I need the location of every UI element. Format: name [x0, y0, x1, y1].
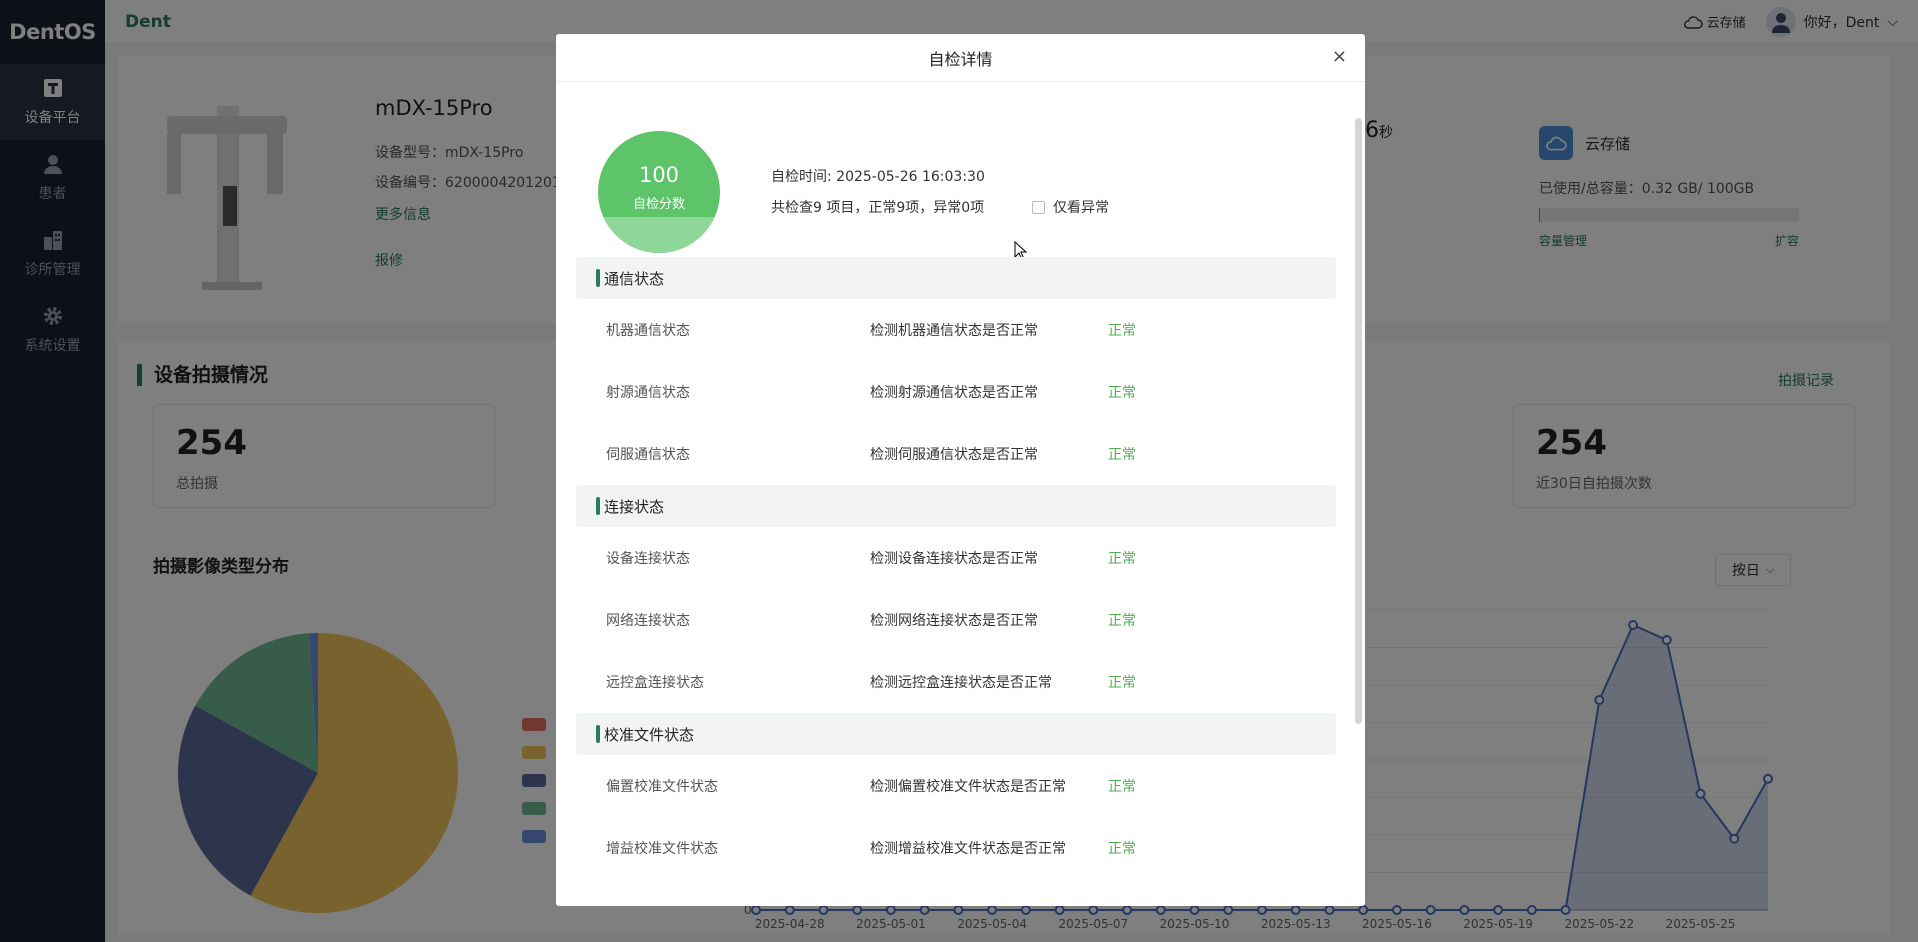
check-status: 正常	[1108, 841, 1136, 857]
check-name: 增益校准文件状态	[606, 841, 718, 857]
check-name: 机器通信状态	[606, 323, 690, 339]
modal-body: 100 自检分数 自检时间: 2025-05-26 16:03:30 共检查9 …	[556, 83, 1365, 906]
section-title: 连接状态	[604, 497, 665, 516]
score-value: 100	[638, 163, 680, 187]
only-abnormal-checkbox[interactable]	[1032, 200, 1045, 214]
section-title: 校准文件状态	[604, 725, 695, 744]
check-name: 设备连接状态	[606, 551, 690, 567]
check-desc: 检测偏置校准文件状态是否正常	[870, 779, 1066, 795]
check-status: 正常	[1108, 675, 1136, 691]
check-row: 增益校准文件状态 检测增益校准文件状态是否正常 正常	[576, 817, 1336, 879]
check-status: 正常	[1108, 779, 1136, 795]
check-row: 射源通信状态 检测射源通信状态是否正常 正常	[576, 361, 1336, 423]
check-row: 设备连接状态 检测设备连接状态是否正常 正常	[576, 527, 1336, 589]
section-title: 通信状态	[604, 269, 665, 288]
check-desc: 检测伺服通信状态是否正常	[870, 447, 1038, 463]
check-time: 自检时间: 2025-05-26 16:03:30	[771, 169, 985, 185]
close-icon[interactable]: ×	[1332, 46, 1347, 67]
check-row: 机器通信状态 检测机器通信状态是否正常 正常	[576, 299, 1336, 361]
only-abnormal-toggle[interactable]: 仅看异常	[1032, 197, 1109, 217]
score-badge: 100 自检分数	[598, 131, 720, 253]
check-row: 伺服通信状态 检测伺服通信状态是否正常 正常	[576, 423, 1336, 485]
check-desc: 检测网络连接状态是否正常	[870, 613, 1038, 629]
section-communication: 通信状态	[576, 257, 1336, 299]
section-calibration: 校准文件状态	[576, 713, 1336, 755]
check-status: 正常	[1108, 551, 1136, 567]
check-row: 远控盒连接状态 检测远控盒连接状态是否正常 正常	[576, 651, 1336, 713]
check-status: 正常	[1108, 323, 1136, 339]
check-desc: 检测远控盒连接状态是否正常	[870, 675, 1052, 691]
score-label: 自检分数	[632, 197, 685, 212]
check-desc: 检测设备连接状态是否正常	[870, 551, 1038, 567]
only-abnormal-label: 仅看异常	[1053, 200, 1109, 216]
check-row: 偏置校准文件状态 检测偏置校准文件状态是否正常 正常	[576, 755, 1336, 817]
check-desc: 检测增益校准文件状态是否正常	[870, 841, 1066, 857]
check-status: 正常	[1108, 385, 1136, 401]
check-name: 偏置校准文件状态	[606, 779, 718, 795]
check-name: 远控盒连接状态	[606, 675, 704, 691]
check-row: 网络连接状态 检测网络连接状态是否正常 正常	[576, 589, 1336, 651]
modal-title: 自检详情	[928, 49, 993, 69]
score-wave	[598, 217, 720, 253]
check-desc: 检测机器通信状态是否正常	[870, 323, 1038, 339]
modal-header: 自检详情 ×	[556, 34, 1365, 82]
section-connection: 连接状态	[576, 485, 1336, 527]
check-name: 射源通信状态	[606, 385, 690, 401]
self-check-modal: 自检详情 × 100 自检分数 自检时间: 2025-05-26 16:03:3…	[556, 34, 1365, 906]
check-status: 正常	[1108, 613, 1136, 629]
check-status: 正常	[1108, 447, 1136, 463]
check-desc: 检测射源通信状态是否正常	[870, 385, 1038, 401]
check-name: 网络连接状态	[606, 613, 690, 629]
check-summary: 共检查9 项目，正常9项，异常0项	[771, 200, 985, 216]
check-name: 伺服通信状态	[606, 447, 690, 463]
modal-scrollbar[interactable]	[1355, 118, 1362, 724]
